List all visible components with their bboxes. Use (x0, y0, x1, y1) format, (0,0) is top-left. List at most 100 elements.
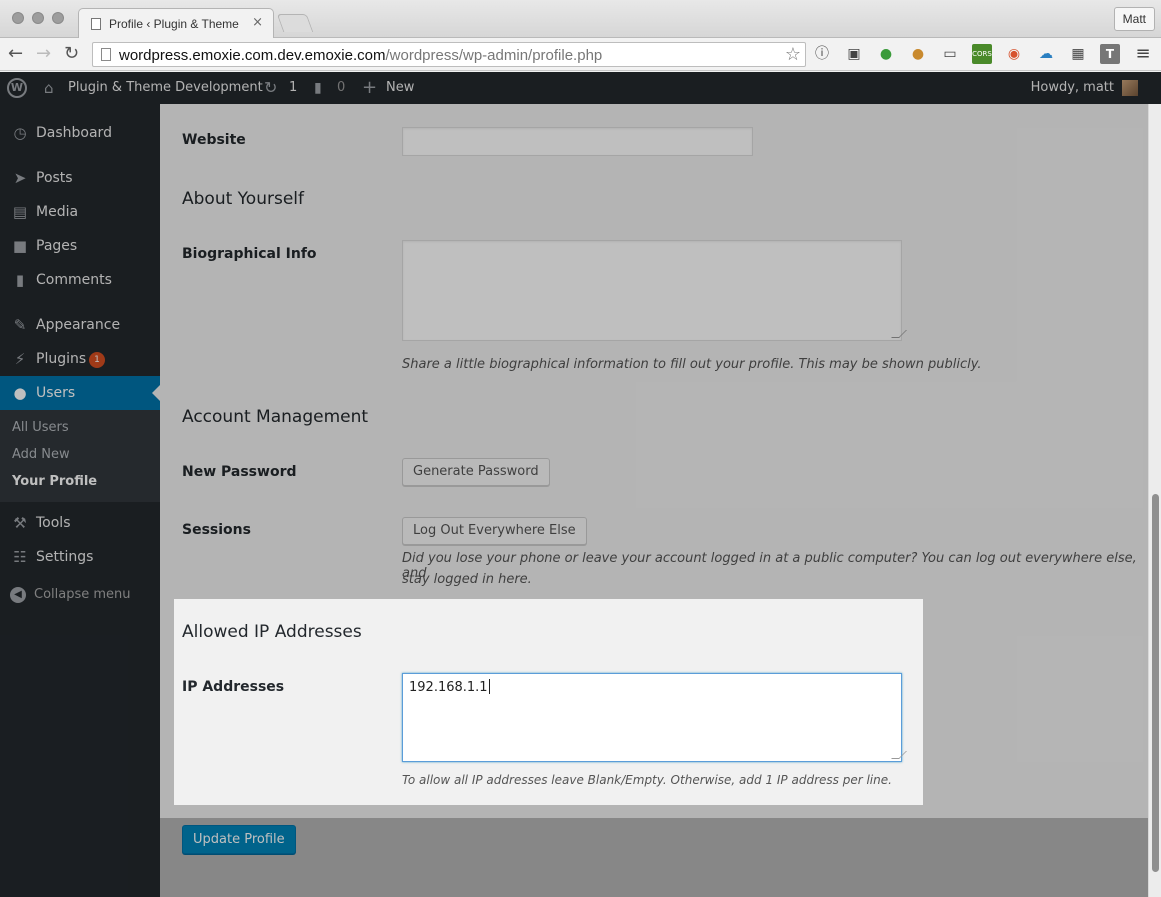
sidebar-item-label: Comments (36, 272, 112, 288)
plugins-update-badge: 1 (89, 352, 105, 368)
site-name-link[interactable]: Plugin & Theme Development (68, 72, 263, 104)
lock-icon[interactable]: ▣ (844, 44, 864, 64)
user-icon: ● (13, 384, 27, 402)
minimize-window-button[interactable] (32, 12, 44, 24)
browser-tab[interactable]: Profile ‹ Plugin & Theme De × (78, 8, 274, 38)
page-icon (101, 48, 111, 61)
wp-admin-bar: W ⌂ Plugin & Theme Development ↻ 1 ▮ 0 +… (0, 72, 1161, 104)
browser-toolbar: ← → ↻ wordpress.emoxie.com.dev.emoxie.co… (0, 38, 1161, 71)
website-label: Website (182, 132, 246, 148)
about-yourself-heading: About Yourself (182, 189, 304, 209)
forward-arrow-icon[interactable]: → (36, 43, 51, 64)
cast-icon[interactable]: ▭ (940, 44, 960, 64)
sidebar-item-plugins[interactable]: ⚡ Plugins 1 (0, 342, 160, 376)
sidebar-item-tools[interactable]: ⚒ Tools (0, 506, 160, 540)
howdy-account-link[interactable]: Howdy, matt (1031, 72, 1114, 104)
address-bar[interactable]: wordpress.emoxie.com.dev.emoxie.com/word… (92, 42, 806, 67)
submenu-all-users[interactable]: All Users (12, 420, 69, 435)
logout-everywhere-button[interactable]: Log Out Everywhere Else (402, 517, 587, 545)
pages-icon: ■ (12, 237, 28, 255)
collapse-menu-button[interactable]: ◀ Collapse menu (0, 580, 160, 610)
sidebar-item-label: Pages (36, 238, 78, 254)
pin-icon: ➤ (13, 169, 27, 187)
wrench-icon: ⚒ (13, 514, 27, 532)
ip-addresses-label: IP Addresses (182, 679, 285, 695)
sessions-description-line2: stay logged in here. (402, 572, 532, 587)
sidebar-item-pages[interactable]: ■ Pages (0, 229, 160, 263)
cookie-icon[interactable]: ● (908, 44, 928, 64)
submenu-your-profile[interactable]: Your Profile (12, 474, 97, 489)
document-icon (91, 18, 101, 30)
sidebar-item-dashboard[interactable]: ◷ Dashboard (0, 116, 160, 150)
sidebar-item-label: Posts (36, 170, 73, 186)
sidebar-item-posts[interactable]: ➤ Posts (0, 161, 160, 195)
sidebar-item-label: Media (36, 204, 79, 220)
wordpress-logo-icon[interactable]: W (7, 78, 27, 98)
comments-count[interactable]: 0 (337, 72, 345, 104)
comment-icon: ▮ (15, 271, 25, 289)
cors-icon[interactable]: CORS (972, 44, 992, 64)
browser-profile-button[interactable]: Matt (1113, 7, 1155, 31)
color-picker-icon[interactable]: ◉ (1004, 44, 1024, 64)
resize-handle-icon[interactable] (891, 751, 907, 759)
film-icon[interactable]: ▦ (1068, 44, 1088, 64)
url-text: wordpress.emoxie.com.dev.emoxie.com/word… (119, 47, 603, 64)
ip-addresses-textarea[interactable]: 192.168.1.1 (402, 673, 907, 762)
menu-icon[interactable]: ≡ (1133, 44, 1153, 64)
sessions-label: Sessions (182, 522, 251, 538)
scrollbar-thumb[interactable] (1152, 494, 1159, 872)
brush-icon: ✎ (13, 316, 27, 334)
plug-icon: ⚡ (14, 350, 26, 368)
update-profile-button[interactable]: Update Profile (182, 825, 296, 854)
sidebar-item-users[interactable]: ● Users (0, 376, 160, 410)
users-submenu: All Users Add New Your Profile (0, 410, 160, 502)
dashboard-icon: ◷ (13, 124, 27, 142)
new-content-link[interactable]: New (386, 72, 414, 104)
sidebar-item-label: Dashboard (36, 125, 112, 141)
submenu-add-new[interactable]: Add New (12, 447, 70, 462)
new-password-label: New Password (182, 464, 297, 480)
updates-count[interactable]: 1 (289, 72, 297, 104)
text-caret (488, 679, 490, 694)
close-window-button[interactable] (12, 12, 24, 24)
sidebar-item-media[interactable]: ▤ Media (0, 195, 160, 229)
sidebar-item-settings[interactable]: ☷ Settings (0, 540, 160, 574)
comments-icon[interactable]: ▮ (314, 72, 322, 104)
avatar[interactable] (1122, 80, 1138, 96)
tab-close-icon[interactable]: × (252, 15, 263, 30)
bio-textarea[interactable] (402, 240, 907, 341)
info-icon[interactable]: ⓘ (812, 44, 832, 64)
sidebar-item-label: Appearance (36, 317, 121, 333)
sidebar-item-comments[interactable]: ▮ Comments (0, 263, 160, 297)
bookmark-star-icon[interactable]: ☆ (785, 44, 801, 65)
browser-tab-strip: Profile ‹ Plugin & Theme De × Matt (0, 0, 1161, 38)
current-menu-arrow (152, 385, 160, 401)
cloud-icon[interactable]: ☁ (1036, 44, 1056, 64)
updates-icon[interactable]: ↻ (264, 72, 277, 104)
sidebar-item-label: Plugins (36, 351, 87, 367)
sliders-icon: ☷ (13, 548, 27, 566)
back-arrow-icon[interactable]: ← (8, 43, 23, 64)
media-icon: ▤ (12, 203, 28, 221)
page-scrollbar[interactable] (1148, 104, 1161, 897)
ip-addresses-description: To allow all IP addresses leave Blank/Em… (402, 773, 892, 787)
evernote-icon[interactable]: ● (876, 44, 896, 64)
zoom-window-button[interactable] (52, 12, 64, 24)
collapse-arrow-icon: ◀ (10, 587, 26, 603)
sidebar-item-appearance[interactable]: ✎ Appearance (0, 308, 160, 342)
bio-description: Share a little biographical information … (402, 357, 982, 372)
generate-password-button[interactable]: Generate Password (402, 458, 550, 486)
t-icon[interactable]: T (1100, 44, 1120, 64)
sidebar-item-label: Settings (36, 549, 94, 565)
admin-sidebar: ◷ Dashboard ➤ Posts ▤ Media ■ Pages ▮ Co… (0, 104, 160, 897)
resize-handle-icon[interactable] (891, 330, 907, 338)
new-tab-button[interactable] (276, 14, 314, 32)
website-field[interactable] (402, 127, 753, 156)
reload-icon[interactable]: ↻ (64, 43, 79, 64)
sidebar-item-label: Users (36, 385, 76, 401)
collapse-menu-label: Collapse menu (34, 587, 131, 602)
account-management-heading: Account Management (182, 407, 369, 427)
bio-label: Biographical Info (182, 246, 317, 262)
plus-icon[interactable]: + (362, 72, 377, 104)
ip-addresses-value: 192.168.1.1 (409, 679, 490, 695)
